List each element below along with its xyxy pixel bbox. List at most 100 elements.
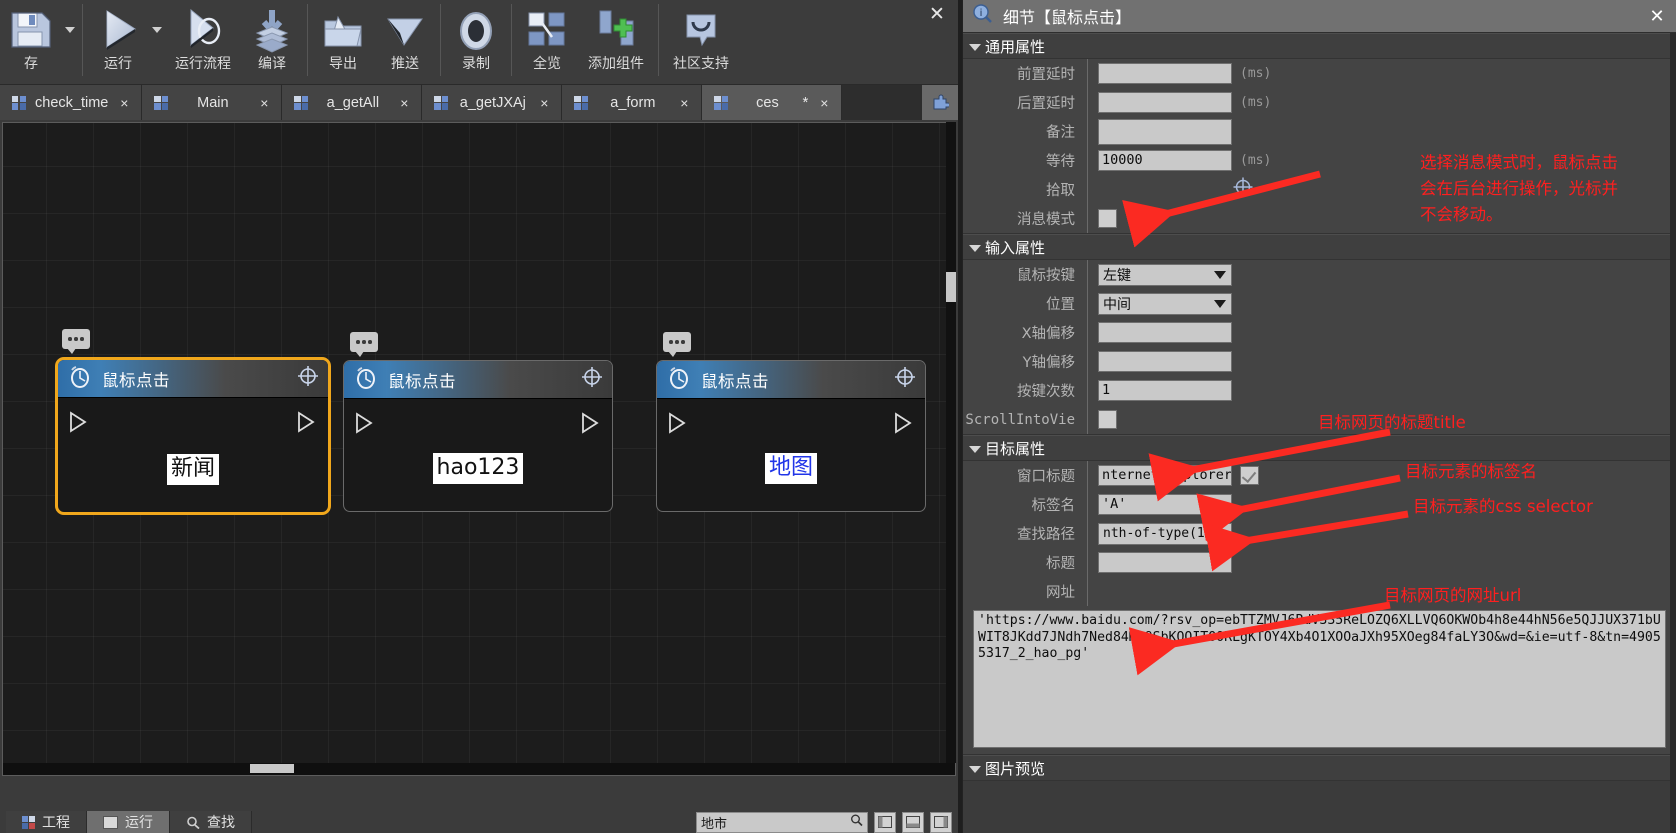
window-title-enable-checkbox[interactable]: [1240, 466, 1259, 485]
y-offset-input[interactable]: [1098, 351, 1232, 372]
file-icon: [294, 95, 309, 110]
flow-node-2[interactable]: 鼠标点击 hao123: [343, 332, 613, 512]
tab-overflow-button[interactable]: [922, 85, 958, 120]
search-icon[interactable]: [850, 814, 863, 831]
scroll-into-view-checkbox[interactable]: [1098, 410, 1117, 429]
save-dropdown-caret[interactable]: [62, 0, 78, 80]
record-icon: [453, 4, 499, 56]
file-tab-a_getAll[interactable]: a_getAll ×: [282, 85, 423, 120]
chevron-down-icon: [969, 43, 981, 51]
pre-delay-input[interactable]: [1098, 63, 1232, 84]
section-header-image-preview[interactable]: 图片预览: [963, 755, 1676, 781]
toolbar-label-overview: 全览: [533, 56, 561, 72]
toolbar-button-compile[interactable]: 编译: [241, 0, 303, 80]
properties-scrollbar[interactable]: [1670, 33, 1676, 833]
node-comment-icon[interactable]: [350, 332, 378, 357]
x-offset-input[interactable]: [1098, 322, 1232, 343]
bottom-search-input[interactable]: 地市: [696, 811, 868, 833]
panel-toggle-button-1[interactable]: [874, 811, 896, 833]
bottom-tab-project[interactable]: 工程: [6, 811, 87, 833]
title-input[interactable]: [1098, 552, 1232, 573]
node-title: 鼠标点击: [701, 371, 769, 391]
tab-close-icon[interactable]: ×: [257, 95, 271, 111]
crosshair-icon[interactable]: [296, 364, 320, 393]
node-ports: [657, 399, 925, 449]
message-mode-checkbox[interactable]: [1098, 209, 1117, 228]
modified-indicator: *: [802, 94, 809, 111]
annotation-page-title: 目标网页的标题title: [1318, 413, 1466, 432]
flow-node-1[interactable]: 鼠标点击 新闻: [55, 329, 331, 515]
url-textarea[interactable]: 'https://www.baidu.com/?rsv_op=ebTTZMVJ6…: [973, 610, 1666, 748]
mouse-button-select[interactable]: 左键: [1098, 263, 1232, 286]
window-title-input[interactable]: nternet Explorer': [1098, 465, 1232, 486]
tab-close-icon[interactable]: ×: [117, 95, 131, 111]
tag-name-input[interactable]: 'A': [1098, 494, 1232, 515]
wait-input[interactable]: 10000: [1098, 150, 1232, 171]
crosshair-icon[interactable]: [580, 365, 604, 394]
node-comment-icon[interactable]: [62, 329, 90, 354]
node-output-port[interactable]: [580, 411, 602, 440]
flow-node-3[interactable]: 鼠标点击 地图: [656, 332, 926, 512]
canvas-horizontal-scroll-thumb[interactable]: [250, 764, 294, 773]
remark-input[interactable]: [1098, 118, 1232, 145]
toolbar-button-record[interactable]: 录制: [445, 0, 507, 80]
bottom-tab-find[interactable]: 查找: [170, 811, 252, 833]
property-row-title: 标题: [963, 548, 1676, 577]
section-header-target[interactable]: 目标属性: [963, 435, 1676, 461]
overview-icon: [524, 4, 570, 56]
find-path-select[interactable]: nth-of-type(1)': [1098, 522, 1232, 545]
property-label: 查找路径: [1017, 527, 1075, 543]
click-count-input[interactable]: 1: [1098, 380, 1232, 401]
bottom-tab-run[interactable]: 运行: [87, 811, 170, 833]
section-header-general[interactable]: 通用属性: [963, 33, 1676, 59]
toolbar-button-overview[interactable]: 全览: [516, 0, 578, 80]
canvas-horizontal-scrollbar[interactable]: [2, 763, 956, 776]
property-row-x-offset: X轴偏移: [963, 318, 1676, 347]
file-tab-main[interactable]: Main ×: [142, 85, 283, 120]
canvas-vertical-scroll-thumb[interactable]: [946, 272, 956, 302]
section-header-input[interactable]: 输入属性: [963, 234, 1676, 260]
panel-toggle-button-2[interactable]: [902, 811, 924, 833]
close-icon[interactable]: ✕: [1646, 6, 1668, 27]
node-comment-icon[interactable]: [663, 332, 691, 357]
toolbar-button-run-flow[interactable]: 运行流程: [165, 0, 241, 80]
post-delay-input[interactable]: [1098, 92, 1232, 113]
node-input-port[interactable]: [667, 411, 689, 440]
crosshair-icon[interactable]: [893, 365, 917, 394]
pick-crosshair-icon[interactable]: [1232, 176, 1254, 203]
tab-close-icon[interactable]: ×: [817, 95, 831, 111]
toolbar-button-add-component[interactable]: 添加组件: [578, 0, 654, 80]
node-input-port[interactable]: [354, 411, 376, 440]
toolbar-button-save[interactable]: 存: [0, 0, 62, 80]
file-tab-a_getJXAj[interactable]: a_getJXAj ×: [422, 85, 563, 120]
node-input-port[interactable]: [68, 410, 90, 439]
property-label: 备注: [1046, 125, 1075, 141]
file-tab-label: a_getJXAj: [459, 94, 526, 111]
tab-close-icon[interactable]: ×: [537, 95, 551, 111]
node-preview: hao123: [344, 453, 612, 511]
file-tab-a_form[interactable]: a_form ×: [562, 85, 703, 120]
bottom-tab-strip: 工程 运行 查找: [6, 811, 252, 833]
file-tab-check_time[interactable]: check_time ×: [0, 85, 143, 120]
tab-close-icon[interactable]: ×: [397, 95, 411, 111]
chevron-down-icon: [969, 445, 981, 453]
close-icon[interactable]: ✕: [924, 2, 950, 26]
info-icon: i: [971, 3, 993, 30]
position-select[interactable]: 中间: [1098, 292, 1232, 315]
run-flow-icon: [179, 4, 227, 56]
run-dropdown-caret[interactable]: [149, 0, 165, 80]
toolbar-button-push[interactable]: 推送: [374, 0, 436, 80]
property-row-find-path: 查找路径 nth-of-type(1)': [963, 519, 1676, 548]
toolbar-button-export[interactable]: 导出: [312, 0, 374, 80]
canvas-vertical-scrollbar[interactable]: [946, 122, 956, 774]
panel-toggle-button-3[interactable]: [930, 811, 952, 833]
toolbar-label-push: 推送: [391, 56, 419, 72]
flow-canvas[interactable]: 鼠标点击 新闻 鼠标点击 hao123 鼠标点击 地图: [2, 122, 956, 774]
node-output-port[interactable]: [296, 410, 318, 439]
node-output-port[interactable]: [893, 411, 915, 440]
toolbar-button-community-support[interactable]: 社区支持: [663, 0, 739, 80]
toolbar-button-run[interactable]: 运行: [87, 0, 149, 80]
puzzle-icon: [933, 94, 949, 109]
tab-close-icon[interactable]: ×: [677, 95, 691, 111]
file-tab-ces[interactable]: ces * ×: [702, 85, 843, 120]
